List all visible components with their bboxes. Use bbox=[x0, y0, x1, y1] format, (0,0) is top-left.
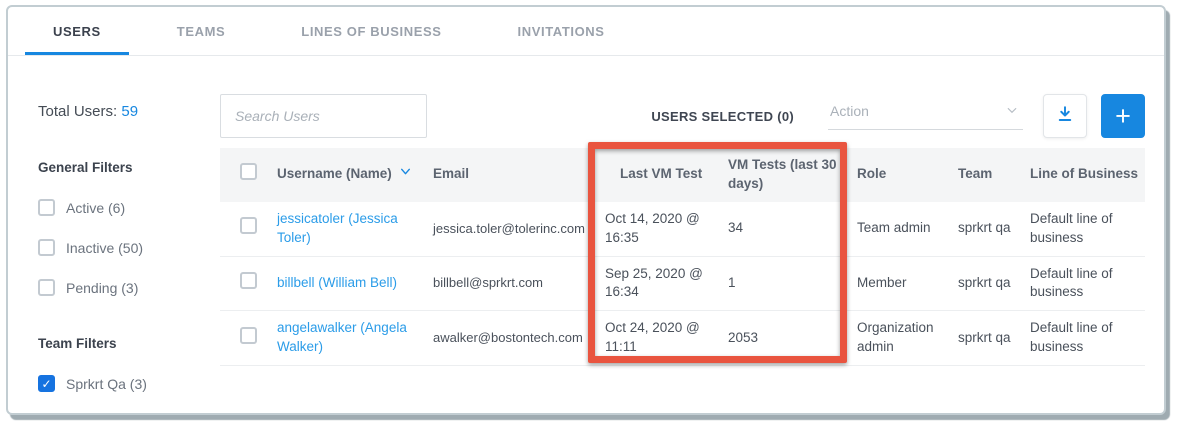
row-checkbox[interactable] bbox=[240, 217, 257, 234]
select-all-checkbox[interactable] bbox=[240, 163, 257, 180]
line-of-business-cell: Default line of business bbox=[1022, 311, 1145, 365]
action-dropdown[interactable]: Action bbox=[828, 103, 1023, 130]
table-row: angelawalker (Angela Walker) awalker@bos… bbox=[220, 311, 1145, 366]
table-header-row: Username (Name) Email Last VM Test VM Te… bbox=[220, 148, 1145, 202]
last-vm-test-column-header: Last VM Test bbox=[590, 157, 720, 192]
total-users-value: 59 bbox=[121, 103, 138, 120]
filter-active-label: Active (6) bbox=[66, 200, 125, 216]
last-vm-test-cell: Oct 24, 2020 @ 11:11 bbox=[590, 311, 720, 365]
role-cell: Organization admin bbox=[848, 311, 950, 365]
table-row: billbell (William Bell) billbell@sprkrt.… bbox=[220, 257, 1145, 312]
team-filters-title: Team Filters bbox=[38, 336, 220, 351]
filter-pending[interactable]: Pending (3) bbox=[38, 279, 220, 296]
vm-tests-cell: 34 bbox=[720, 211, 848, 246]
email-cell: awalker@bostontech.com bbox=[425, 321, 590, 355]
plus-icon: + bbox=[1115, 103, 1131, 130]
filter-sprkrt-qa[interactable]: Sprkrt Qa (3) bbox=[38, 375, 220, 392]
line-of-business-cell: Default line of business bbox=[1022, 257, 1145, 311]
username-link[interactable]: jessicatoler (Jessica Toler) bbox=[277, 211, 398, 245]
line-of-business-column-header: Line of Business bbox=[1022, 157, 1148, 192]
team-cell: sprkrt qa bbox=[950, 321, 1022, 356]
filter-active-checkbox[interactable] bbox=[38, 199, 55, 216]
users-table: Username (Name) Email Last VM Test VM Te… bbox=[220, 148, 1145, 366]
add-user-button[interactable]: + bbox=[1101, 94, 1145, 138]
team-column-header: Team bbox=[950, 157, 1022, 192]
sort-chevron-down-icon bbox=[399, 165, 412, 184]
team-cell: sprkrt qa bbox=[950, 211, 1022, 246]
table-row: jessicatoler (Jessica Toler) jessica.tol… bbox=[220, 202, 1145, 257]
filter-sprkrt-qa-checkbox[interactable] bbox=[38, 375, 55, 392]
general-filters-title: General Filters bbox=[38, 160, 220, 175]
total-users: Total Users: 59 bbox=[38, 103, 220, 120]
search-input[interactable] bbox=[220, 94, 427, 138]
email-column-header: Email bbox=[425, 157, 590, 192]
users-admin-panel: USERS TEAMS LINES OF BUSINESS INVITATION… bbox=[6, 5, 1166, 415]
tab-invitations[interactable]: INVITATIONS bbox=[490, 7, 633, 55]
email-cell: jessica.toler@tolerinc.com bbox=[425, 212, 590, 246]
filters-sidebar: Total Users: 59 General Filters Active (… bbox=[8, 56, 220, 412]
row-checkbox[interactable] bbox=[240, 327, 257, 344]
sort-username-header[interactable]: Username (Name) bbox=[277, 165, 412, 184]
chevron-down-icon bbox=[1005, 103, 1019, 120]
download-icon bbox=[1056, 105, 1074, 128]
vm-tests-cell: 1 bbox=[720, 266, 848, 301]
filter-inactive-checkbox[interactable] bbox=[38, 239, 55, 256]
last-vm-test-cell: Oct 14, 2020 @ 16:35 bbox=[590, 202, 720, 256]
last-vm-test-cell: Sep 25, 2020 @ 16:34 bbox=[590, 257, 720, 311]
filter-pending-checkbox[interactable] bbox=[38, 279, 55, 296]
tab-bar: USERS TEAMS LINES OF BUSINESS INVITATION… bbox=[8, 7, 1164, 56]
tab-users[interactable]: USERS bbox=[25, 7, 129, 55]
total-users-label: Total Users: bbox=[38, 103, 117, 120]
users-selected-label: USERS SELECTED (0) bbox=[651, 109, 794, 124]
vm-tests-column-header: VM Tests (last 30 days) bbox=[720, 148, 848, 202]
filter-pending-label: Pending (3) bbox=[66, 280, 138, 296]
vm-tests-cell: 2053 bbox=[720, 321, 848, 356]
filter-active[interactable]: Active (6) bbox=[38, 199, 220, 216]
row-checkbox[interactable] bbox=[240, 272, 257, 289]
filter-sprkrt-qa-label: Sprkrt Qa (3) bbox=[66, 376, 147, 392]
download-users-button[interactable] bbox=[1043, 94, 1087, 138]
username-link[interactable]: angelawalker (Angela Walker) bbox=[277, 320, 407, 354]
filter-inactive[interactable]: Inactive (50) bbox=[38, 239, 220, 256]
line-of-business-cell: Default line of business bbox=[1022, 202, 1145, 256]
role-cell: Member bbox=[848, 266, 950, 301]
table-toolbar: USERS SELECTED (0) Action bbox=[220, 94, 1145, 138]
email-cell: billbell@sprkrt.com bbox=[425, 266, 590, 300]
role-cell: Team admin bbox=[848, 211, 950, 246]
username-column-header: Username (Name) bbox=[277, 165, 392, 184]
tab-teams[interactable]: TEAMS bbox=[149, 7, 254, 55]
filter-inactive-label: Inactive (50) bbox=[66, 240, 143, 256]
role-column-header: Role bbox=[848, 157, 950, 192]
team-cell: sprkrt qa bbox=[950, 266, 1022, 301]
username-link[interactable]: billbell (William Bell) bbox=[277, 275, 397, 290]
action-dropdown-value: Action bbox=[830, 103, 869, 119]
tab-lines-of-business[interactable]: LINES OF BUSINESS bbox=[273, 7, 469, 55]
